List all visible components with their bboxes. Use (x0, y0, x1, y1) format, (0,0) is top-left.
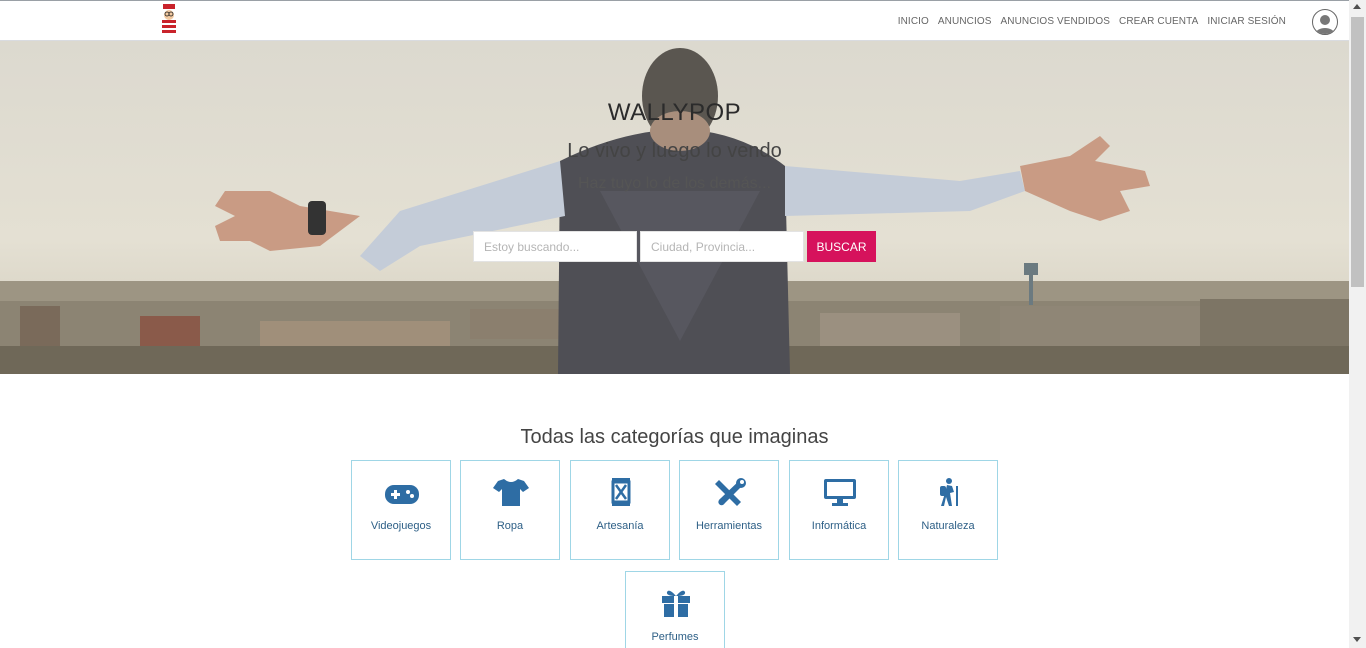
category-card-perfumes[interactable]: Perfumes (625, 571, 725, 648)
wally-logo-icon[interactable] (159, 4, 179, 34)
scroll-up-arrow-icon[interactable] (1353, 4, 1361, 9)
category-label: Ropa (496, 520, 524, 532)
user-avatar-icon[interactable] (1312, 9, 1338, 35)
category-label: Naturaleza (921, 520, 975, 532)
category-card-ropa[interactable]: Ropa (460, 460, 560, 560)
categories-heading: Todas las categorías que imaginas (520, 426, 829, 448)
page-scrollbar[interactable] (1349, 0, 1366, 648)
scroll-thumb[interactable] (1351, 17, 1364, 287)
nav-crear-cuenta[interactable]: CREAR CUENTA (1119, 16, 1198, 27)
hero-subtitle: Lo vivo y luego lo vendo (567, 140, 782, 162)
hourglass-icon (602, 477, 640, 507)
gift-icon (657, 588, 695, 618)
category-label: Perfumes (651, 631, 699, 643)
tshirt-icon (492, 477, 530, 507)
category-label: Artesanía (596, 520, 644, 532)
navbar: INICIO ANUNCIOS ANUNCIOS VENDIDOS CREAR … (0, 0, 1349, 41)
hero-tagline: Haz tuyo lo de los demás... (578, 175, 771, 192)
search-button[interactable]: BUSCAR (807, 231, 876, 262)
category-card-informatica[interactable]: Informática (789, 460, 889, 560)
category-card-videojuegos[interactable]: Videojuegos (351, 460, 451, 560)
location-input[interactable] (640, 231, 804, 262)
desktop-icon (821, 477, 859, 507)
search-input[interactable] (473, 231, 637, 262)
category-label: Informática (811, 520, 867, 532)
nav-iniciar-sesion[interactable]: INICIAR SESIÓN (1207, 16, 1286, 27)
hiking-icon (930, 477, 968, 507)
category-card-naturaleza[interactable]: Naturaleza (898, 460, 998, 560)
nav-anuncios-vendidos[interactable]: ANUNCIOS VENDIDOS (1001, 16, 1111, 27)
hero-banner: WALLYPOP Lo vivo y luego lo vendo Haz tu… (0, 41, 1349, 374)
category-label: Herramientas (695, 520, 763, 532)
gamepad-icon (383, 477, 421, 507)
nav-inicio[interactable]: INICIO (898, 16, 929, 27)
scroll-down-arrow-icon[interactable] (1353, 637, 1361, 642)
category-card-artesania[interactable]: Artesanía (570, 460, 670, 560)
category-label: Videojuegos (370, 520, 432, 532)
tools-icon (711, 477, 749, 507)
category-card-herramientas[interactable]: Herramientas (679, 460, 779, 560)
nav-anuncios[interactable]: ANUNCIOS (938, 16, 992, 27)
hero-title: WALLYPOP (607, 99, 742, 126)
